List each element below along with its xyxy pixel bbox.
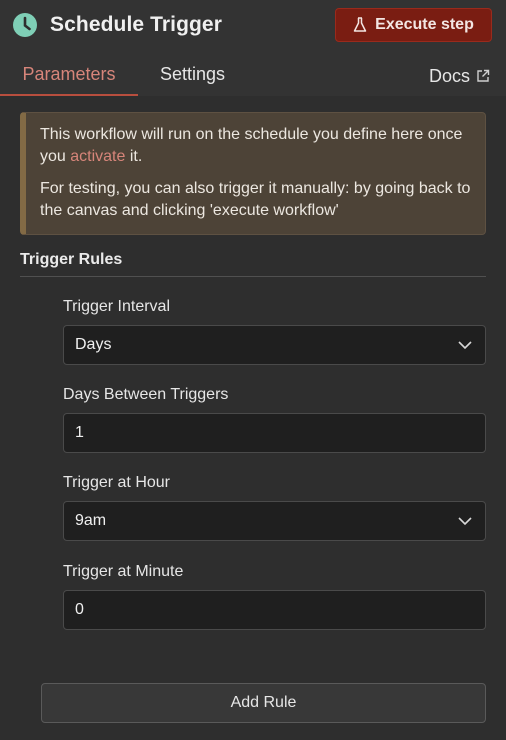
section-divider [20,276,486,277]
tab-parameters[interactable]: Parameters [0,56,138,96]
add-rule-button[interactable]: Add Rule [41,683,486,723]
trigger-hour-select[interactable]: 9am [63,501,486,541]
execute-step-button[interactable]: Execute step [335,8,492,42]
docs-label: Docs [428,66,470,86]
trigger-minute-label: Trigger at Minute [63,563,184,580]
days-between-value: 1 [75,424,84,441]
trigger-interval-select[interactable]: Days [63,325,486,365]
node-header: Schedule Trigger Execute step Parameters… [0,0,506,96]
trigger-interval-value: Days [75,336,112,353]
chevron-down-icon [458,341,472,350]
trigger-rules-title: Trigger Rules [20,251,123,268]
external-link-icon [477,69,490,82]
node-title: Schedule Trigger [50,13,222,36]
trigger-interval-label: Trigger Interval [63,298,170,315]
days-between-label: Days Between Triggers [63,386,229,403]
days-between-input[interactable]: 1 [63,413,486,453]
trigger-minute-value: 0 [75,601,84,618]
activation-notice: This workflow will run on the schedule y… [20,112,486,235]
clock-icon [13,13,37,37]
notice-line-2: For testing, you can also trigger it man… [40,180,471,219]
execute-step-label: Execute step [375,16,474,33]
tab-bar: Parameters Settings Docs [0,56,506,96]
tab-docs[interactable]: Docs [429,56,490,96]
activate-link[interactable]: activate [70,148,125,165]
flask-icon [353,17,367,32]
trigger-minute-input[interactable]: 0 [63,590,486,630]
trigger-hour-value: 9am [75,512,107,529]
notice-line-1: This workflow will run on the schedule y… [40,126,463,165]
title-row: Schedule Trigger Execute step [12,8,492,42]
trigger-hour-label: Trigger at Hour [63,474,170,491]
tab-settings[interactable]: Settings [160,56,225,96]
chevron-down-icon [458,517,472,526]
